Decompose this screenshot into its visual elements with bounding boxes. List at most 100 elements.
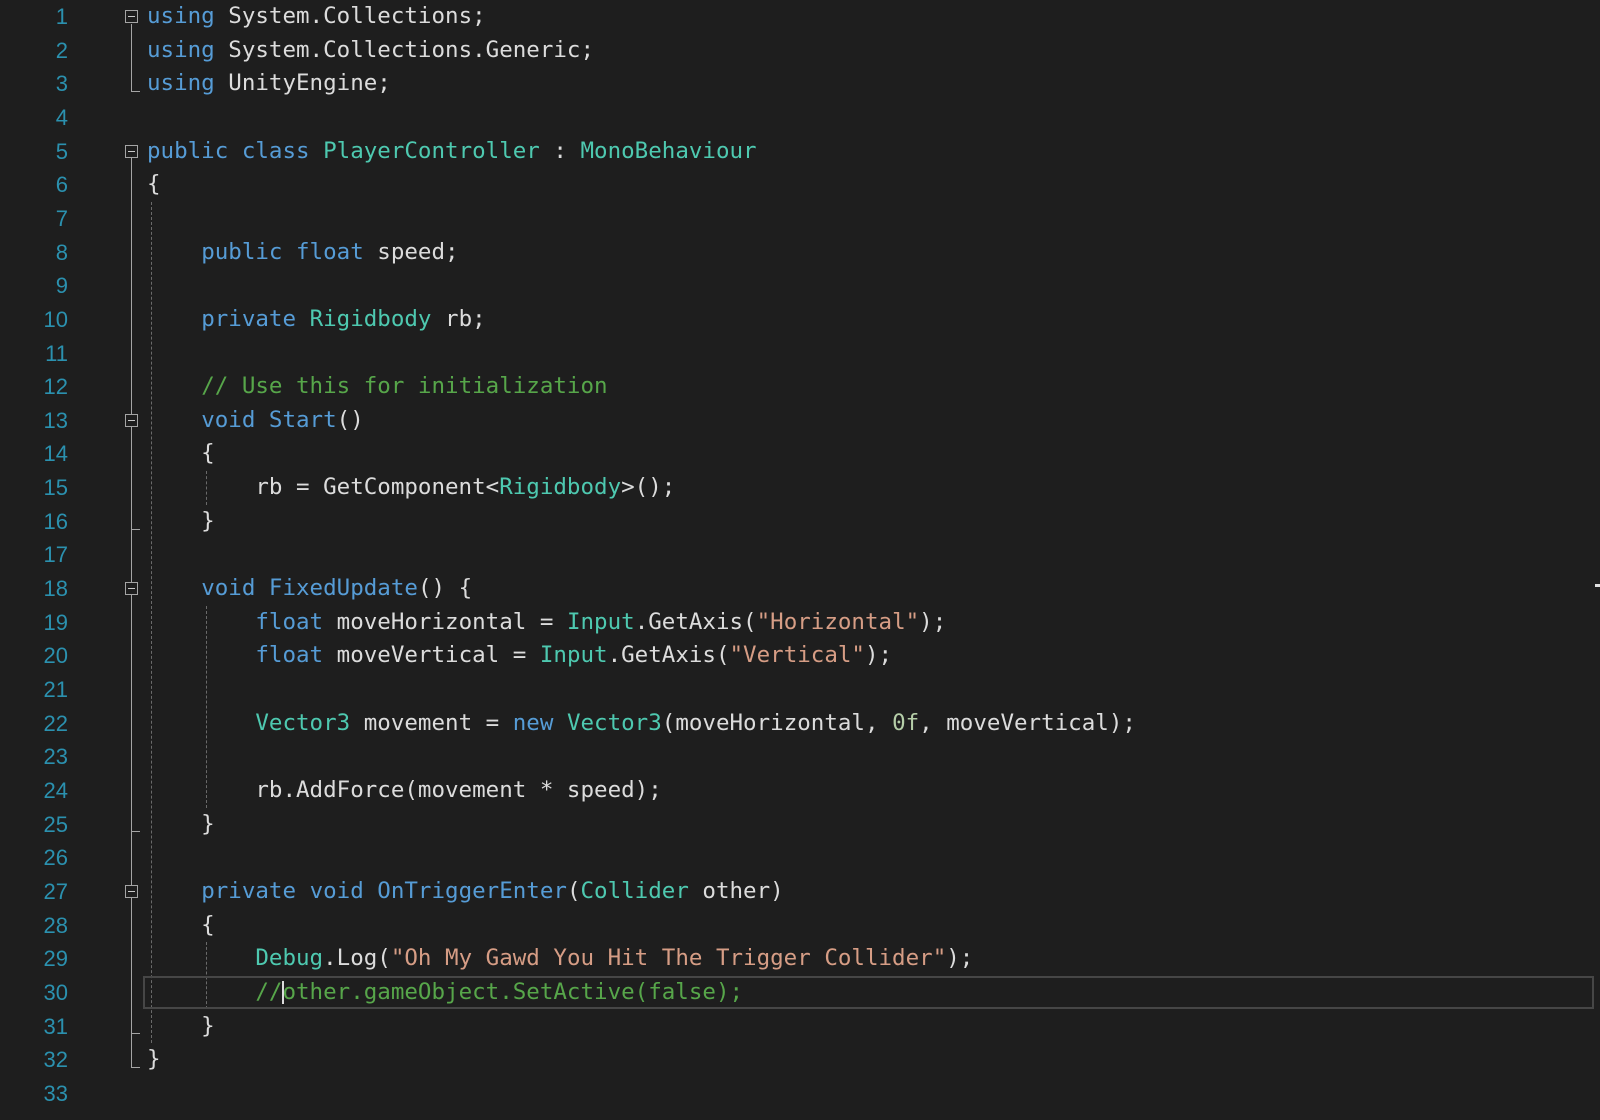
code-line[interactable]: 33 bbox=[0, 1077, 1600, 1111]
code-line[interactable]: 16 } bbox=[0, 505, 1600, 539]
code-line[interactable]: 12 // Use this for initialization bbox=[0, 370, 1600, 404]
line-number: 27 bbox=[43, 878, 68, 904]
code-token: ); bbox=[946, 945, 974, 972]
code-line[interactable]: 22 Vector3 movement = new Vector3(moveHo… bbox=[0, 707, 1600, 741]
line-number: 5 bbox=[55, 138, 68, 164]
code-line[interactable]: 6{ bbox=[0, 168, 1600, 202]
code-line[interactable]: 29 Debug.Log("Oh My Gawd You Hit The Tri… bbox=[0, 942, 1600, 976]
code-text[interactable]: //other.gameObject.SetActive(false); bbox=[147, 976, 743, 1010]
code-text[interactable]: { bbox=[147, 909, 215, 943]
code-line[interactable]: 27 private void OnTriggerEnter(Collider … bbox=[0, 875, 1600, 909]
code-line[interactable]: 15 rb = GetComponent<Rigidbody>(); bbox=[0, 471, 1600, 505]
code-token: 0f bbox=[892, 709, 920, 736]
code-line[interactable]: 2 using System.Collections.Generic; bbox=[0, 34, 1600, 68]
code-token: FixedUpdate bbox=[268, 575, 418, 602]
code-line[interactable]: 31 } bbox=[0, 1010, 1600, 1044]
code-line[interactable]: 13 void Start() bbox=[0, 404, 1600, 438]
fold-collapse-icon[interactable] bbox=[125, 144, 138, 158]
code-token: System.Collections.Generic; bbox=[214, 36, 595, 63]
code-text[interactable]: public class PlayerController : MonoBeha… bbox=[147, 135, 757, 169]
line-number: 21 bbox=[43, 677, 68, 702]
line-number: 29 bbox=[43, 946, 68, 972]
code-token: } bbox=[147, 1012, 215, 1039]
code-line[interactable]: 8 public float speed; bbox=[0, 236, 1600, 270]
code-line[interactable]: 30 //other.gameObject.SetActive(false); bbox=[0, 976, 1600, 1010]
code-line[interactable]: 17 bbox=[0, 538, 1600, 572]
code-line[interactable]: 21 bbox=[0, 673, 1600, 707]
code-token: { bbox=[147, 440, 215, 467]
code-line[interactable]: 3 using UnityEngine; bbox=[0, 67, 1600, 101]
fold-collapse-icon[interactable] bbox=[125, 582, 138, 596]
code-text[interactable]: rb.AddForce(movement * speed); bbox=[147, 774, 661, 808]
code-text[interactable]: } bbox=[147, 808, 215, 842]
code-text[interactable]: public float speed; bbox=[147, 236, 458, 270]
line-number: 16 bbox=[43, 508, 68, 534]
code-line[interactable]: 4 bbox=[0, 101, 1600, 135]
code-line[interactable]: 11 bbox=[0, 337, 1600, 371]
code-line[interactable]: 18 void FixedUpdate() { bbox=[0, 572, 1600, 606]
code-line[interactable]: 7 bbox=[0, 202, 1600, 236]
code-line[interactable]: 26 bbox=[0, 841, 1600, 875]
code-line[interactable]: 19 float moveHorizontal = Input.GetAxis(… bbox=[0, 606, 1600, 640]
code-text[interactable]: } bbox=[147, 1043, 161, 1077]
code-token: .GetAxis( bbox=[607, 642, 730, 669]
code-token: using bbox=[147, 70, 215, 97]
fold-collapse-icon[interactable] bbox=[125, 10, 138, 24]
code-token: } bbox=[147, 1046, 161, 1073]
code-line[interactable]: 14 { bbox=[0, 437, 1600, 471]
code-text[interactable]: void Start() bbox=[147, 404, 364, 438]
code-text[interactable]: float moveHorizontal = Input.GetAxis("Ho… bbox=[147, 606, 946, 640]
code-text[interactable]: using System.Collections.Generic; bbox=[147, 34, 594, 68]
code-token: rb; bbox=[431, 305, 486, 332]
code-text[interactable]: float moveVertical = Input.GetAxis("Vert… bbox=[147, 639, 892, 673]
code-text[interactable]: using System.Collections; bbox=[147, 0, 486, 34]
code-token: private bbox=[201, 877, 297, 904]
code-line[interactable]: 10 private Rigidbody rb; bbox=[0, 303, 1600, 337]
code-line[interactable]: 25 } bbox=[0, 808, 1600, 842]
code-line[interactable]: 5 public class PlayerController : MonoBeh… bbox=[0, 135, 1600, 169]
code-editor[interactable]: 1 using System.Collections; 2 using System.… bbox=[0, 0, 1600, 1120]
code-token: } bbox=[147, 810, 215, 837]
code-token: //other.gameObject.SetActive(false); bbox=[255, 978, 744, 1005]
code-token: () { bbox=[417, 575, 473, 602]
code-text[interactable]: void FixedUpdate() { bbox=[147, 572, 472, 606]
code-text[interactable]: { bbox=[147, 168, 161, 202]
scrollbar-caret-marker[interactable] bbox=[1595, 584, 1600, 588]
code-text[interactable]: private Rigidbody rb; bbox=[147, 303, 486, 337]
line-number: 1 bbox=[55, 4, 68, 29]
fold-collapse-icon[interactable] bbox=[125, 885, 138, 899]
code-text[interactable]: { bbox=[147, 437, 215, 471]
code-line[interactable]: 1 using System.Collections; bbox=[0, 0, 1600, 34]
code-token: MonoBehaviour bbox=[580, 137, 757, 164]
line-number: 28 bbox=[43, 912, 68, 938]
code-token: .GetAxis( bbox=[634, 608, 757, 635]
code-text[interactable]: } bbox=[147, 505, 215, 539]
code-line[interactable]: 23 bbox=[0, 740, 1600, 774]
code-token: void bbox=[201, 406, 256, 433]
code-text[interactable]: } bbox=[147, 1010, 215, 1044]
code-token: // Use this for initialization bbox=[201, 373, 608, 400]
code-line[interactable]: 28 { bbox=[0, 909, 1600, 943]
code-text[interactable]: Debug.Log("Oh My Gawd You Hit The Trigge… bbox=[147, 942, 973, 976]
line-number: 11 bbox=[45, 340, 68, 366]
code-line[interactable]: 24 rb.AddForce(movement * speed); bbox=[0, 774, 1600, 808]
code-text[interactable]: using UnityEngine; bbox=[147, 67, 391, 101]
code-line[interactable]: 20 float moveVertical = Input.GetAxis("V… bbox=[0, 639, 1600, 673]
code-line[interactable]: 9 bbox=[0, 269, 1600, 303]
code-token: "Oh My Gawd You Hit The Trigger Collider… bbox=[390, 945, 947, 972]
text-caret bbox=[282, 980, 285, 1005]
code-line[interactable]: 32} bbox=[0, 1043, 1600, 1077]
fold-collapse-icon[interactable] bbox=[125, 414, 138, 428]
code-text[interactable]: rb = GetComponent<Rigidbody>(); bbox=[147, 471, 675, 505]
code-text[interactable]: private void OnTriggerEnter(Collider oth… bbox=[147, 875, 784, 909]
code-text[interactable]: // Use this for initialization bbox=[147, 370, 608, 404]
code-text[interactable]: Vector3 movement = new Vector3(moveHoriz… bbox=[147, 707, 1136, 741]
code-token: float bbox=[296, 238, 364, 265]
